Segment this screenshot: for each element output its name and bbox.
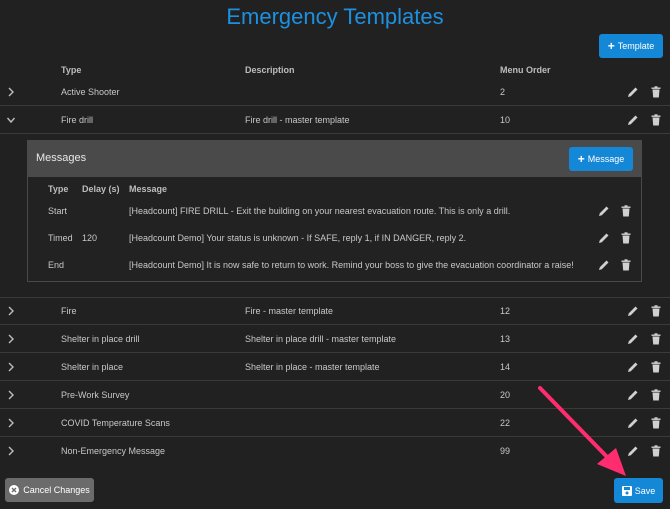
chevron-right-icon[interactable] xyxy=(6,417,16,429)
message-row[interactable]: Start [Headcount] FIRE DRILL - Exit the … xyxy=(28,201,641,221)
message-column-message: Message xyxy=(129,184,168,194)
row-description: Fire drill - master template xyxy=(245,114,350,125)
chevron-right-icon[interactable] xyxy=(6,305,16,317)
row-type: COVID Temperature Scans xyxy=(61,417,170,428)
chevron-right-icon[interactable] xyxy=(6,389,16,401)
row-menu-order: 2 xyxy=(500,86,506,97)
trash-icon[interactable] xyxy=(651,445,661,457)
pencil-icon[interactable] xyxy=(627,114,639,126)
trash-icon[interactable] xyxy=(621,232,631,244)
pencil-icon[interactable] xyxy=(627,417,639,429)
row-type: Shelter in place drill xyxy=(61,333,140,344)
message-column-delay: Delay (s) xyxy=(82,184,120,194)
trash-icon[interactable] xyxy=(651,360,661,373)
pencil-icon[interactable] xyxy=(627,389,639,401)
message-row[interactable]: Timed 120 [Headcount Demo] Your status i… xyxy=(28,228,641,248)
trash-icon[interactable] xyxy=(621,259,631,271)
row-type: Active Shooter xyxy=(61,86,120,97)
pencil-icon[interactable] xyxy=(598,205,610,217)
trash-icon[interactable] xyxy=(621,205,631,217)
trash-icon[interactable] xyxy=(651,332,661,345)
table-row[interactable]: Shelter in place Shelter in place - mast… xyxy=(0,353,670,381)
messages-panel-header: Messages + Message xyxy=(28,141,641,177)
trash-icon[interactable] xyxy=(651,305,661,317)
chevron-right-icon[interactable] xyxy=(6,361,16,373)
table-row[interactable]: Shelter in place drill Shelter in place … xyxy=(0,325,670,353)
row-menu-order: 20 xyxy=(500,389,511,400)
column-header-description: Description xyxy=(245,65,295,75)
message-type: Start xyxy=(48,206,68,216)
trash-icon[interactable] xyxy=(651,113,661,126)
add-template-button[interactable]: + Template xyxy=(599,34,663,58)
chevron-right-icon[interactable] xyxy=(6,445,16,457)
row-type: Pre-Work Survey xyxy=(61,389,130,400)
trash-icon[interactable] xyxy=(651,416,661,429)
add-template-label: Template xyxy=(617,41,655,51)
messages-panel: Messages + Message Type Delay (s) Messag… xyxy=(27,140,642,282)
column-header-type: Type xyxy=(61,65,82,75)
row-menu-order: 12 xyxy=(500,306,511,316)
table-row[interactable]: Pre-Work Survey 20 xyxy=(0,381,670,409)
pencil-icon[interactable] xyxy=(598,259,610,271)
pencil-icon[interactable] xyxy=(627,86,639,98)
save-label: Save xyxy=(634,485,656,496)
table-row[interactable]: Fire drill Fire drill - master template … xyxy=(0,106,670,134)
trash-icon[interactable] xyxy=(651,85,661,98)
pencil-icon[interactable] xyxy=(627,445,639,457)
message-column-type: Type xyxy=(48,184,69,194)
row-type: Shelter in place xyxy=(61,361,124,372)
messages-title: Messages xyxy=(36,152,87,164)
chevron-down-icon[interactable] xyxy=(6,114,16,126)
message-type: Timed xyxy=(48,233,73,243)
row-type: Non-Emergency Message xyxy=(61,446,166,456)
chevron-right-icon[interactable] xyxy=(6,333,16,345)
message-row[interactable]: End [Headcount Demo] It is now safe to r… xyxy=(28,255,641,275)
table-row[interactable]: Non-Emergency Message 99 xyxy=(0,437,670,465)
add-message-label: Message xyxy=(587,154,625,164)
page-title: Emergency Templates xyxy=(226,4,444,29)
message-text: [Headcount Demo] It is now safe to retur… xyxy=(129,260,574,270)
plus-icon: + xyxy=(607,39,615,53)
row-type: Fire drill xyxy=(61,114,94,125)
row-menu-order: 22 xyxy=(500,417,511,428)
message-text: [Headcount Demo] Your status is unknown … xyxy=(129,233,467,243)
row-menu-order: 10 xyxy=(500,114,511,125)
message-text: [Headcount] FIRE DRILL - Exit the buildi… xyxy=(129,206,511,216)
plus-icon: + xyxy=(577,152,585,166)
row-menu-order: 14 xyxy=(500,361,511,372)
row-menu-order: 13 xyxy=(500,333,511,344)
message-delay: 120 xyxy=(82,233,98,243)
row-description: Shelter in place drill - master template xyxy=(245,333,397,344)
save-disk-icon xyxy=(621,485,632,496)
pencil-icon[interactable] xyxy=(627,333,639,345)
pencil-icon[interactable] xyxy=(627,361,639,373)
trash-icon[interactable] xyxy=(651,388,661,401)
cancel-changes-label: Cancel Changes xyxy=(23,485,90,495)
row-type: Fire xyxy=(61,306,77,316)
message-type: End xyxy=(48,260,65,270)
cancel-circle-icon xyxy=(9,485,20,495)
row-description: Shelter in place - master template xyxy=(245,361,380,372)
table-row[interactable]: Active Shooter 2 xyxy=(0,78,670,106)
save-button[interactable]: Save xyxy=(614,478,663,503)
table-row[interactable]: Fire Fire - master template 12 xyxy=(0,297,670,325)
column-header-menu-order: Menu Order xyxy=(500,65,551,75)
pencil-icon[interactable] xyxy=(627,305,639,317)
pencil-icon[interactable] xyxy=(598,232,610,244)
table-row[interactable]: COVID Temperature Scans 22 xyxy=(0,409,670,437)
chevron-right-icon[interactable] xyxy=(6,86,16,98)
row-menu-order: 99 xyxy=(500,446,511,456)
add-message-button[interactable]: + Message xyxy=(569,147,633,171)
cancel-changes-button[interactable]: Cancel Changes xyxy=(5,478,94,502)
row-description: Fire - master template xyxy=(245,306,334,316)
